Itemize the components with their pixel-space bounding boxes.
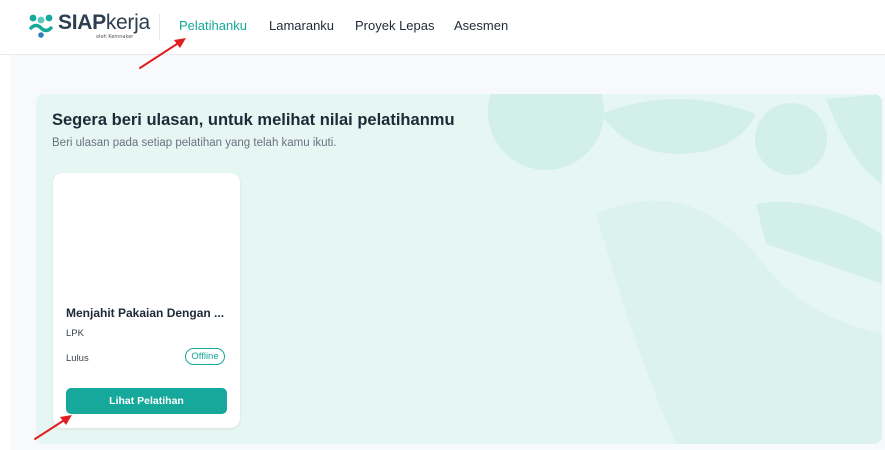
logo-wordmark: SIAPkerja bbox=[58, 11, 150, 34]
siapkerja-logo[interactable]: SIAPkerja oleh Kemnaker bbox=[28, 10, 150, 44]
nav-proyek-lepas[interactable]: Proyek Lepas bbox=[355, 18, 435, 33]
mode-badge: Offline bbox=[185, 348, 225, 365]
logo-mark-icon bbox=[29, 14, 53, 38]
banner-title: Segera beri ulasan, untuk melihat nilai … bbox=[52, 111, 455, 129]
logo-subtitle: oleh Kemnaker bbox=[96, 34, 134, 40]
lihat-pelatihan-button[interactable]: Lihat Pelatihan bbox=[66, 388, 227, 414]
nav-pelatihanku[interactable]: Pelatihanku bbox=[179, 18, 247, 33]
training-title: Menjahit Pakaian Dengan ... bbox=[66, 306, 225, 320]
nav-asesmen[interactable]: Asesmen bbox=[454, 18, 508, 33]
banner-subtitle: Beri ulasan pada setiap pelatihan yang t… bbox=[52, 137, 337, 149]
training-card[interactable]: Menjahit Pakaian Dengan ... LPK Lulus Of… bbox=[53, 173, 240, 428]
training-provider: LPK bbox=[66, 328, 84, 339]
top-navbar: SIAPkerja oleh Kemnaker Pelatihanku Lama… bbox=[0, 0, 885, 55]
training-status: Lulus bbox=[66, 353, 89, 364]
training-image bbox=[53, 173, 240, 298]
header-divider bbox=[159, 14, 160, 40]
nav-lamaranku[interactable]: Lamaranku bbox=[269, 18, 334, 33]
